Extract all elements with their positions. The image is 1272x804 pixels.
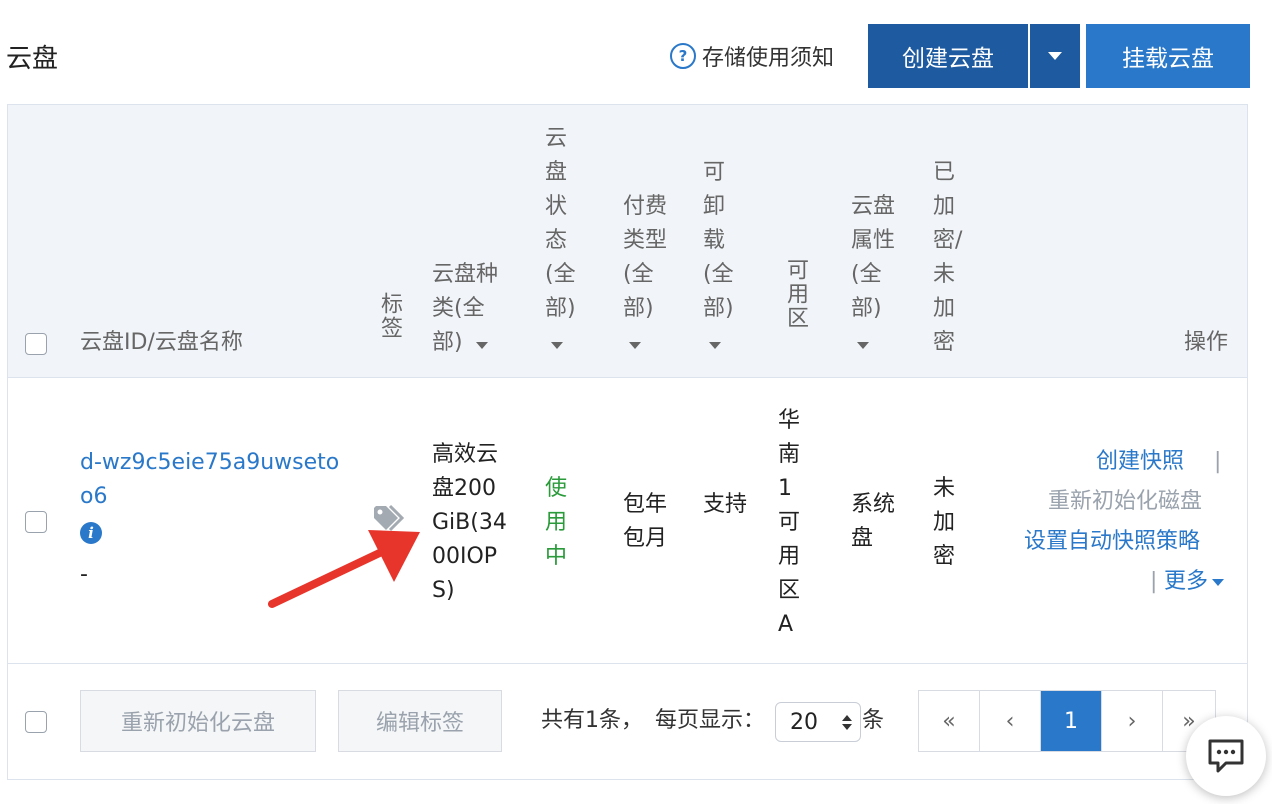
filter-caret-icon — [551, 342, 563, 349]
column-header-billing[interactable]: 付费类型(全部) — [623, 190, 675, 360]
disk-category: 高效云盘200GiB(3400IOPS) — [432, 442, 507, 603]
disk-attribute: 系统盘 — [851, 492, 896, 551]
reinit-disk-link[interactable]: 重新初始化磁盘 — [1048, 485, 1202, 519]
column-header-actions: 操作 — [1184, 330, 1229, 355]
total-count: 共有1条， — [541, 708, 643, 733]
create-disk-dropdown-button[interactable] — [1030, 24, 1080, 88]
filter-caret-icon — [709, 342, 721, 349]
column-header-id-name: 云盘ID/云盘名称 — [80, 330, 243, 355]
column-header-detachable-label: 可卸载(全部) — [703, 160, 734, 321]
chat-bubble-icon — [1208, 739, 1244, 773]
column-header-tag: 标签 — [377, 292, 402, 340]
column-header-category[interactable]: 云盘种类(全部) — [432, 258, 510, 360]
chevron-down-icon — [1048, 52, 1062, 60]
select-all-checkbox[interactable] — [25, 333, 47, 355]
create-disk-button[interactable]: 创建云盘 — [868, 24, 1028, 88]
zone-value: 华南1可用区A — [778, 408, 801, 637]
chat-support-button[interactable] — [1186, 716, 1266, 796]
storage-notice-link[interactable]: ? 存储使用须知 — [670, 40, 834, 72]
info-icon[interactable]: i — [80, 522, 102, 544]
disk-status: 使用中 — [545, 476, 568, 569]
first-page-button[interactable]: « — [919, 691, 980, 751]
column-header-billing-label: 付费类型(全部) — [623, 194, 668, 321]
filter-caret-icon — [629, 342, 641, 349]
column-header-zone: 可用区 — [783, 258, 808, 330]
spinner-arrows-icon — [842, 714, 852, 730]
help-circle-icon: ? — [670, 43, 696, 69]
billing-type: 包年包月 — [623, 492, 668, 551]
column-header-attr[interactable]: 云盘属性(全部) — [851, 190, 903, 360]
disk-name: - — [80, 562, 88, 587]
edit-tags-button[interactable]: 编辑标签 — [338, 690, 502, 752]
per-page-label: 每页显示： — [655, 708, 766, 733]
column-header-detachable[interactable]: 可卸载(全部) — [703, 156, 743, 360]
create-snapshot-link[interactable]: 创建快照 — [1096, 445, 1184, 479]
page-title: 云盘 — [6, 44, 59, 74]
row-checkbox[interactable] — [25, 511, 47, 533]
storage-notice-label: 存储使用须知 — [702, 46, 835, 71]
more-actions-label: 更多 — [1164, 569, 1209, 594]
footer-select-all-checkbox[interactable] — [25, 711, 47, 733]
mount-disk-button[interactable]: 挂载云盘 — [1086, 24, 1250, 88]
encryption-status: 未加密 — [933, 476, 956, 569]
chevron-down-icon — [1212, 578, 1225, 586]
action-separator: | — [1214, 449, 1222, 474]
annotation-arrow-icon — [268, 530, 420, 608]
prev-page-button[interactable]: ‹ — [980, 691, 1041, 751]
reinit-disks-button[interactable]: 重新初始化云盘 — [80, 690, 316, 752]
more-actions-dropdown[interactable]: 更多 — [1164, 565, 1225, 599]
next-page-button[interactable]: › — [1102, 691, 1163, 751]
column-header-encrypted: 已加密/未加密 — [933, 160, 963, 355]
column-header-attr-label: 云盘属性(全部) — [851, 194, 896, 321]
filter-caret-icon — [857, 342, 869, 349]
page-size-value: 20 — [790, 709, 818, 735]
disk-id-link[interactable]: d-wz9c5eie75a9uwsetoo6 — [80, 446, 352, 514]
filter-caret-icon — [475, 342, 488, 349]
detachable-value: 支持 — [703, 492, 748, 517]
column-header-category-label: 云盘种类(全部) — [432, 262, 499, 355]
pagination: « ‹ 1 › » — [918, 690, 1216, 752]
column-header-status[interactable]: 云盘状态(全部) — [545, 122, 585, 360]
column-header-status-label: 云盘状态(全部) — [545, 126, 576, 321]
auto-snapshot-policy-link[interactable]: 设置自动快照策略 — [1024, 525, 1200, 559]
page-size-unit: 条 — [862, 708, 885, 733]
page-1-button[interactable]: 1 — [1041, 691, 1102, 751]
page-size-select[interactable]: 20 — [775, 702, 861, 742]
row-divider — [8, 663, 1247, 664]
action-separator: | — [1150, 569, 1158, 594]
